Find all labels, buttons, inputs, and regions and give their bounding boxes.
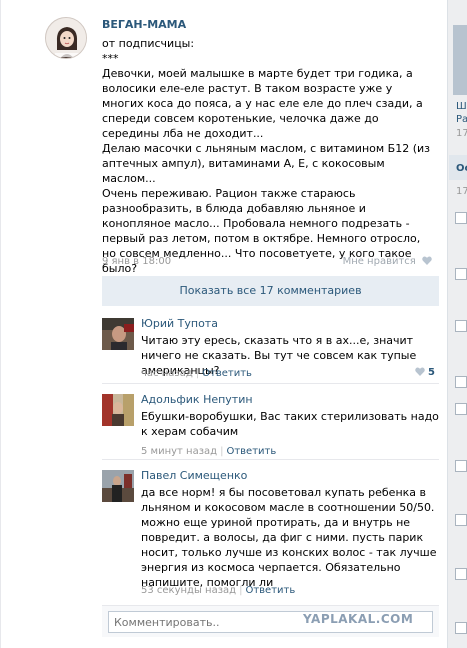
post-author[interactable]: ВЕГАН-МАМА [102,18,186,31]
reply-link[interactable]: Ответить [202,368,252,379]
like-label: Мне нравится [342,256,416,267]
post-meta: 9 янв в 18:00 Мне нравится [102,256,432,267]
comment-text: да все норм! я бы посоветовал купать реб… [141,486,437,589]
sidebar-doc-icon[interactable] [455,514,467,526]
comment: Адольфик Непутин Ебушки-воробушки, Вас т… [102,393,439,460]
comment-meta: час назад | Ответить [141,368,252,379]
sidebar-doc-icon[interactable] [455,320,467,332]
sidebar-fragment[interactable]: Ш [456,101,467,112]
comment-meta: 5 минут назад | Ответить [141,446,277,457]
commenter-name[interactable]: Юрий Тупота [141,317,218,330]
heart-icon [422,256,432,265]
author-avatar[interactable] [45,17,87,59]
sidebar-fragment: 17 [456,128,467,139]
sidebar-doc-icon[interactable] [455,622,467,634]
post-text: от подписчицы: *** Девочки, моей малышке… [102,37,430,290]
show-all-comments-button[interactable]: Показать все 17 комментариев [102,276,439,306]
comment-like-button[interactable]: 5 [412,367,435,378]
heart-icon [415,367,425,376]
sidebar-doc-icon[interactable] [455,568,467,580]
comment-time[interactable]: 5 минут назад [141,446,217,457]
sidebar-doc-icon[interactable] [455,403,467,415]
post-like-button[interactable]: Мне нравится [343,256,432,267]
commenter-avatar[interactable] [102,318,134,350]
watermark: YAPLAKAL.COM [303,612,414,626]
sidebar-fragment[interactable]: Ра [456,114,467,125]
sidebar-doc-icon[interactable] [455,460,467,472]
avatar-illustration-icon [46,18,86,58]
comment-time[interactable]: час назад [141,368,193,379]
sidebar-doc-icon[interactable] [455,212,467,224]
reply-link[interactable]: Ответить [226,446,276,457]
commenter-avatar[interactable] [102,394,134,426]
sidebar-thumbnail[interactable] [453,25,467,95]
comment-time[interactable]: 53 секунды назад [141,585,236,596]
wall-post: ВЕГАН-МАМА от подписчицы: *** Девочки, м… [0,0,448,648]
sidebar-doc-icon[interactable] [455,268,467,280]
avatar-photo-icon [102,470,134,502]
sidebar-fragment: 17 [456,186,467,197]
sidebar-fragment[interactable]: Ос [456,163,467,174]
comment-meta: 53 секунды назад | Ответить [141,585,296,596]
commenter-name[interactable]: Адольфик Непутин [141,393,253,406]
commenter-avatar[interactable] [102,470,134,502]
comment: Юрий Тупота Читаю эту ересь, сказать что… [102,317,439,384]
right-sidebar: Ш Ра 17 Ос 17 [449,0,467,648]
avatar-photo-icon [102,318,134,350]
like-count: 5 [428,367,435,378]
comment-text: Ебушки-воробушки, Вас таких стерилизоват… [141,410,439,438]
sidebar-doc-icon[interactable] [455,376,467,388]
avatar-photo-icon [102,394,134,426]
commenter-name[interactable]: Павел Симещенко [141,469,247,482]
comment: Павел Симещенко да все норм! я бы посове… [102,469,439,600]
reply-link[interactable]: Ответить [245,585,295,596]
post-date[interactable]: 9 янв в 18:00 [102,256,171,267]
